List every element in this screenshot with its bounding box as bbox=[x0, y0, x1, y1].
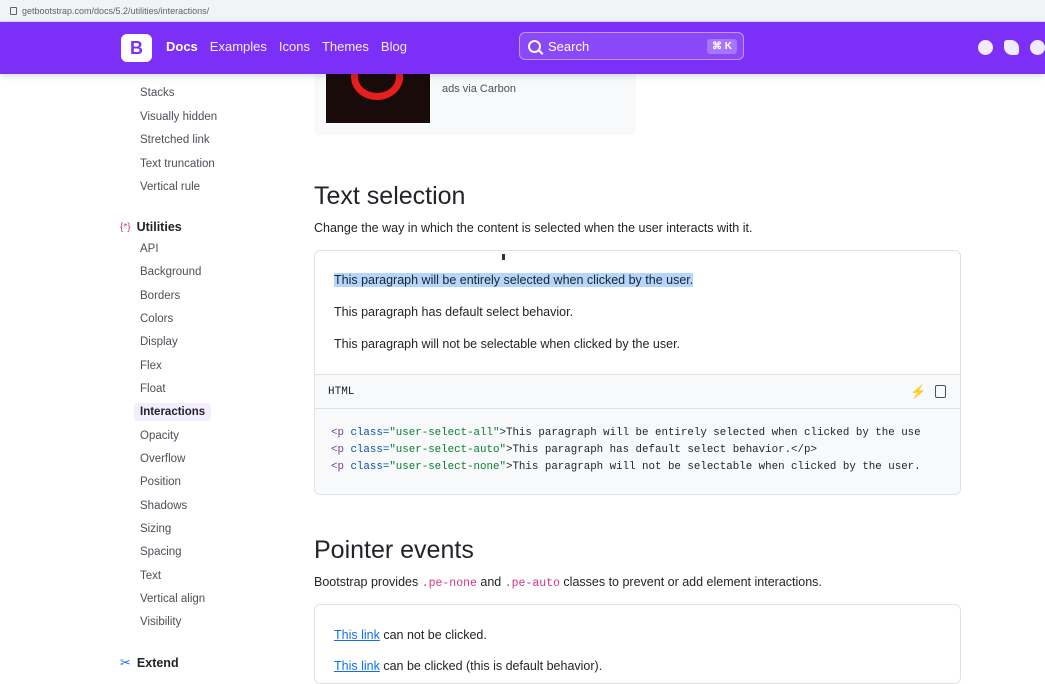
social-links bbox=[978, 40, 1045, 55]
inline-code-pe-auto: .pe-auto bbox=[504, 577, 560, 590]
sidebar-item-spacing[interactable]: Spacing bbox=[140, 546, 182, 558]
sidebar-heading-extend[interactable]: ✂ Extend bbox=[120, 655, 179, 671]
sidebar-item-colors[interactable]: Colors bbox=[140, 313, 173, 325]
sidebar-item-borders[interactable]: Borders bbox=[140, 290, 180, 302]
browser-address-bar[interactable]: getbootstrap.com/docs/5.2/utilities/inte… bbox=[0, 0, 1045, 22]
code-language-label: HTML bbox=[328, 386, 355, 398]
sidebar-item-visually-hidden[interactable]: Visually hidden bbox=[140, 111, 217, 123]
sidebar-item-display[interactable]: Display bbox=[140, 336, 178, 348]
enabled-link[interactable]: This link bbox=[334, 659, 380, 673]
sidebar-heading-label: Utilities bbox=[136, 220, 182, 234]
search-icon bbox=[528, 39, 541, 53]
sidebar-heading-utilities[interactable]: {*} Utilities bbox=[120, 220, 182, 234]
paragraph-select-none: This paragraph will not be selectable wh… bbox=[334, 337, 681, 351]
twitter-icon[interactable] bbox=[1004, 40, 1019, 55]
nav-link-examples[interactable]: Examples bbox=[210, 39, 267, 54]
sidebar-item-stretched-link[interactable]: Stretched link bbox=[140, 134, 210, 146]
nav-links: Docs Examples Icons Themes Blog bbox=[166, 39, 419, 54]
sidebar-heading-label: Extend bbox=[136, 656, 179, 670]
sidebar-item-opacity[interactable]: Opacity bbox=[140, 430, 179, 442]
sidebar-item-sizing[interactable]: Sizing bbox=[140, 523, 171, 535]
paragraph-select-auto[interactable]: This paragraph has default select behavi… bbox=[334, 305, 573, 319]
search-shortcut: ⌘ K bbox=[707, 39, 737, 54]
section-title-pointer-events: Pointer events bbox=[314, 536, 474, 564]
code-line: <p class="user-select-auto">This paragra… bbox=[331, 444, 817, 456]
sidebar-item-text[interactable]: Text bbox=[140, 570, 161, 582]
sidebar-item-vertical-align[interactable]: Vertical align bbox=[140, 593, 205, 605]
section-title-text-selection: Text selection bbox=[314, 182, 466, 210]
pe-none-line: This link can not be clicked. bbox=[334, 628, 487, 642]
sidebar-item-shadows[interactable]: Shadows bbox=[140, 500, 187, 512]
sidebar-item-background[interactable]: Background bbox=[140, 266, 201, 278]
braces-asterisk-icon: {*} bbox=[120, 221, 131, 233]
sidebar-item-position[interactable]: Position bbox=[140, 476, 181, 488]
clipboard-icon[interactable] bbox=[935, 385, 946, 398]
tools-icon: ✂ bbox=[120, 655, 131, 670]
sidebar-item-overflow[interactable]: Overflow bbox=[140, 453, 185, 465]
sidebar-item-interactions[interactable]: Interactions bbox=[134, 403, 212, 421]
sidebar-item-stacks[interactable]: Stacks bbox=[140, 87, 175, 99]
lightning-icon[interactable]: ⚡ bbox=[910, 384, 926, 400]
sidebar-item-api[interactable]: API bbox=[140, 243, 159, 255]
sidebar-item-vertical-rule[interactable]: Vertical rule bbox=[140, 181, 200, 193]
sidebar-item-flex[interactable]: Flex bbox=[140, 360, 162, 372]
slack-icon[interactable] bbox=[1030, 40, 1045, 55]
code-snippet[interactable]: <p class="user-select-all">This paragrap… bbox=[315, 409, 960, 494]
code-snippet-header: HTML ⚡ bbox=[315, 374, 960, 409]
search-label: Search bbox=[548, 38, 590, 54]
paragraph-select-all[interactable]: This paragraph will be entirely selected… bbox=[334, 273, 694, 287]
code-line: <p class="user-select-none">This paragra… bbox=[331, 461, 921, 473]
lock-icon bbox=[10, 6, 17, 15]
search-button[interactable]: Search ⌘ K bbox=[519, 32, 744, 60]
pe-auto-line: This link can be clicked (this is defaul… bbox=[334, 659, 603, 673]
disabled-link: This link bbox=[334, 628, 380, 642]
url-text[interactable]: getbootstrap.com/docs/5.2/utilities/inte… bbox=[22, 6, 209, 16]
text-selection-lead: Change the way in which the content is s… bbox=[314, 221, 753, 235]
sidebar-item-float[interactable]: Float bbox=[140, 383, 166, 395]
nav-link-icons[interactable]: Icons bbox=[279, 39, 310, 54]
nav-link-docs[interactable]: Docs bbox=[166, 39, 198, 54]
ad-caption[interactable]: ads via Carbon bbox=[442, 83, 516, 95]
sidebar-item-visibility[interactable]: Visibility bbox=[140, 616, 181, 628]
docs-sidebar: Stacks Visually hidden Stretched link Te… bbox=[0, 74, 290, 672]
nav-link-blog[interactable]: Blog bbox=[381, 39, 407, 54]
text-selection-example: This paragraph will be entirely selected… bbox=[314, 250, 961, 495]
inline-code-pe-none: .pe-none bbox=[421, 577, 477, 590]
pointer-events-lead: Bootstrap provides .pe-none and .pe-auto… bbox=[314, 575, 822, 590]
top-navbar: B Docs Examples Icons Themes Blog Search… bbox=[0, 22, 1045, 74]
sidebar-item-text-truncation[interactable]: Text truncation bbox=[140, 158, 215, 170]
github-icon[interactable] bbox=[978, 40, 993, 55]
code-line: <p class="user-select-all">This paragrap… bbox=[331, 427, 921, 439]
pointer-events-example: This link can not be clicked. This link … bbox=[314, 604, 961, 684]
bootstrap-logo[interactable]: B bbox=[121, 34, 152, 62]
nav-link-themes[interactable]: Themes bbox=[322, 39, 369, 54]
